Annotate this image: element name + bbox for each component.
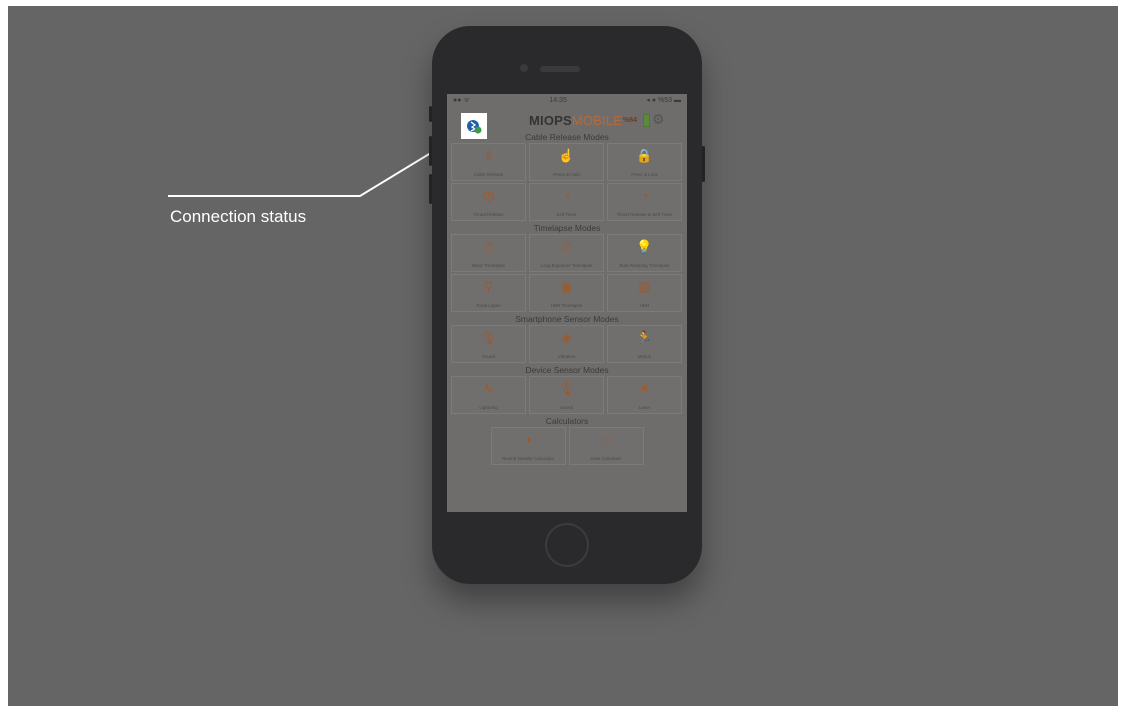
- mode-tile-label: Basic Timelapse: [472, 263, 505, 268]
- mode-tile-label: Long Exposure Timelapse: [540, 263, 593, 268]
- sun-icon: ☼: [600, 432, 612, 447]
- mode-tile-bulb-ramping-timelapse[interactable]: 💡 Bulb Ramping Timelapse: [607, 234, 682, 272]
- tile-row: ◑ Neutral Density Calculator ☼ Solar Calcul…: [447, 427, 687, 465]
- mode-tile-label: HDR: [639, 303, 650, 308]
- running-icon: 🏃: [636, 330, 653, 345]
- mode-tile-label: Self Timer: [556, 212, 577, 217]
- stopwatch-icon: ⏱: [483, 239, 494, 254]
- section-title: Timelapse Modes: [533, 223, 601, 233]
- mode-tile-press-hold[interactable]: ☝ Press & Hold: [529, 143, 604, 181]
- mode-tile-laser[interactable]: ✳ Laser: [607, 376, 682, 414]
- tile-row: ⚲ Road Lapse ▣ HDR Timelapse ▨ HDR: [447, 274, 687, 312]
- mode-tile-label: Sound: [481, 354, 495, 359]
- mode-tile-label: Press & Lock: [631, 172, 658, 177]
- mode-tile-neutral-density-calculator[interactable]: ◑ Neutral Density Calculator: [490, 427, 566, 465]
- mode-tile-self-timer[interactable]: ◔ Self Timer: [529, 183, 604, 221]
- mode-tile-label: Timed Release & Self Timer: [616, 212, 673, 217]
- app-screen: ●● ᯤ 14:35 ◂ ● %53 ▬ MIOPSMOBILE %64 ⚙ C…: [447, 94, 687, 512]
- mode-tile-motion[interactable]: 🏃 Motion: [607, 325, 682, 363]
- gear-icon[interactable]: ⚙: [652, 112, 666, 126]
- bluetooth-connection-icon: [467, 120, 482, 134]
- device-battery-percent: %64: [623, 117, 638, 124]
- hand-icon: ☝: [558, 148, 575, 163]
- phone-frame: ●● ᯤ 14:35 ◂ ● %53 ▬ MIOPSMOBILE %64 ⚙ C…: [429, 26, 705, 584]
- mute-switch: [429, 106, 432, 122]
- mode-tile-label: Press & Hold: [553, 172, 580, 177]
- clock-icon: ◷: [482, 188, 495, 203]
- mode-sections: Cable Release Modes ⥮ Cable Release ☝ Press …: [447, 132, 687, 465]
- mode-tile-label: Bulb Ramping Timelapse: [619, 263, 670, 268]
- mode-tile-label: Cable Release: [473, 172, 504, 177]
- volume-down-button: [429, 174, 432, 204]
- volume-up-button: [429, 136, 432, 166]
- front-camera: [520, 64, 528, 72]
- mode-tile-vibration[interactable]: ◈ Vibration: [529, 325, 604, 363]
- contrast-icon: ◑: [524, 432, 532, 447]
- mode-tile-label: Timed Release: [473, 212, 504, 217]
- tile-row: ϟ Lightning 🎙 Sound ✳ Laser: [447, 376, 687, 414]
- callout-leader-line: [168, 133, 463, 197]
- earpiece-speaker: [540, 66, 580, 72]
- tile-row: ⥮ Cable Release ☝ Press & Hold 🔒 Press & Lock: [447, 143, 687, 181]
- bulb-icon: 💡: [636, 239, 653, 254]
- battery-icon: [643, 114, 650, 127]
- mode-tile-road-lapse[interactable]: ⚲ Road Lapse: [451, 274, 526, 312]
- mode-tile-label: Solar Calculator: [589, 456, 622, 461]
- mode-tile-long-exposure-timelapse[interactable]: ⏱ Long Exposure Timelapse: [529, 234, 604, 272]
- home-button[interactable]: [545, 523, 589, 567]
- section-title: Calculators: [545, 416, 589, 426]
- image-icon: ▨: [638, 279, 651, 294]
- microphone-icon: 🎙: [558, 381, 575, 396]
- mode-tile-label: Vibration: [557, 354, 576, 359]
- laser-icon: ✳: [639, 381, 650, 396]
- cable-icon: ⥮: [483, 148, 494, 163]
- mode-tile-label: Lightning: [479, 405, 498, 410]
- lock-icon: 🔒: [636, 148, 653, 163]
- power-button: [702, 146, 705, 182]
- section-title: Smartphone Sensor Modes: [515, 314, 619, 324]
- tile-row: 🎙 Sound ◈ Vibration 🏃 Motion: [447, 325, 687, 363]
- mode-tile-cable-release[interactable]: ⥮ Cable Release: [451, 143, 526, 181]
- stopwatch-icon: ⏱: [561, 239, 572, 254]
- microphone-icon: 🎙: [480, 330, 497, 345]
- vibration-icon: ◈: [561, 330, 572, 345]
- mode-tile-label: Motion: [637, 354, 652, 359]
- mode-tile-timed-release[interactable]: ◷ Timed Release: [451, 183, 526, 221]
- status-bar: ●● ᯤ 14:35 ◂ ● %53 ▬: [447, 94, 687, 106]
- road-pin-icon: ⚲: [483, 279, 494, 294]
- lightning-icon: ϟ: [485, 381, 492, 396]
- mode-tile-hdr[interactable]: ▨ HDR: [607, 274, 682, 312]
- pie-timer-icon: ◔: [562, 188, 571, 203]
- mode-tile-label: Road Lapse: [476, 303, 501, 308]
- hdr-camera-icon: ▣: [560, 279, 573, 294]
- signal-indicator: ●● ᯤ: [453, 96, 470, 104]
- mode-tile-solar-calculator[interactable]: ☼ Solar Calculator: [568, 427, 644, 465]
- mode-tile-basic-timelapse[interactable]: ⏱ Basic Timelapse: [451, 234, 526, 272]
- mode-tile-sound[interactable]: 🎙 Sound: [529, 376, 604, 414]
- mode-tile-label: Neutral Density Calculator: [501, 456, 555, 461]
- callout-label: Connection status: [170, 207, 307, 226]
- mode-tile-label: HDR Timelapse: [550, 303, 583, 308]
- section-title: Device Sensor Modes: [525, 365, 609, 375]
- mode-tile-timed-release-self-timer[interactable]: ◔ Timed Release & Self Timer: [607, 183, 682, 221]
- app-logo: MIOPSMOBILE: [529, 113, 623, 128]
- tile-row: ⏱ Basic Timelapse ⏱ Long Exposure Timelapse…: [447, 234, 687, 272]
- connection-status-button[interactable]: [461, 113, 487, 139]
- mode-tile-label: Sound: [559, 405, 573, 410]
- mode-tile-lightning[interactable]: ϟ Lightning: [451, 376, 526, 414]
- status-time: 14:35: [549, 96, 567, 104]
- tile-row: ◷ Timed Release ◔ Self Timer ◔ Timed Release …: [447, 183, 687, 221]
- pie-timer-icon: ◔: [640, 188, 649, 203]
- mode-tile-label: Laser: [638, 405, 651, 410]
- mode-tile-sound[interactable]: 🎙 Sound: [451, 325, 526, 363]
- mode-tile-hdr-timelapse[interactable]: ▣ HDR Timelapse: [529, 274, 604, 312]
- mode-tile-press-lock[interactable]: 🔒 Press & Lock: [607, 143, 682, 181]
- status-right-icons: ◂ ● %53 ▬: [646, 97, 681, 104]
